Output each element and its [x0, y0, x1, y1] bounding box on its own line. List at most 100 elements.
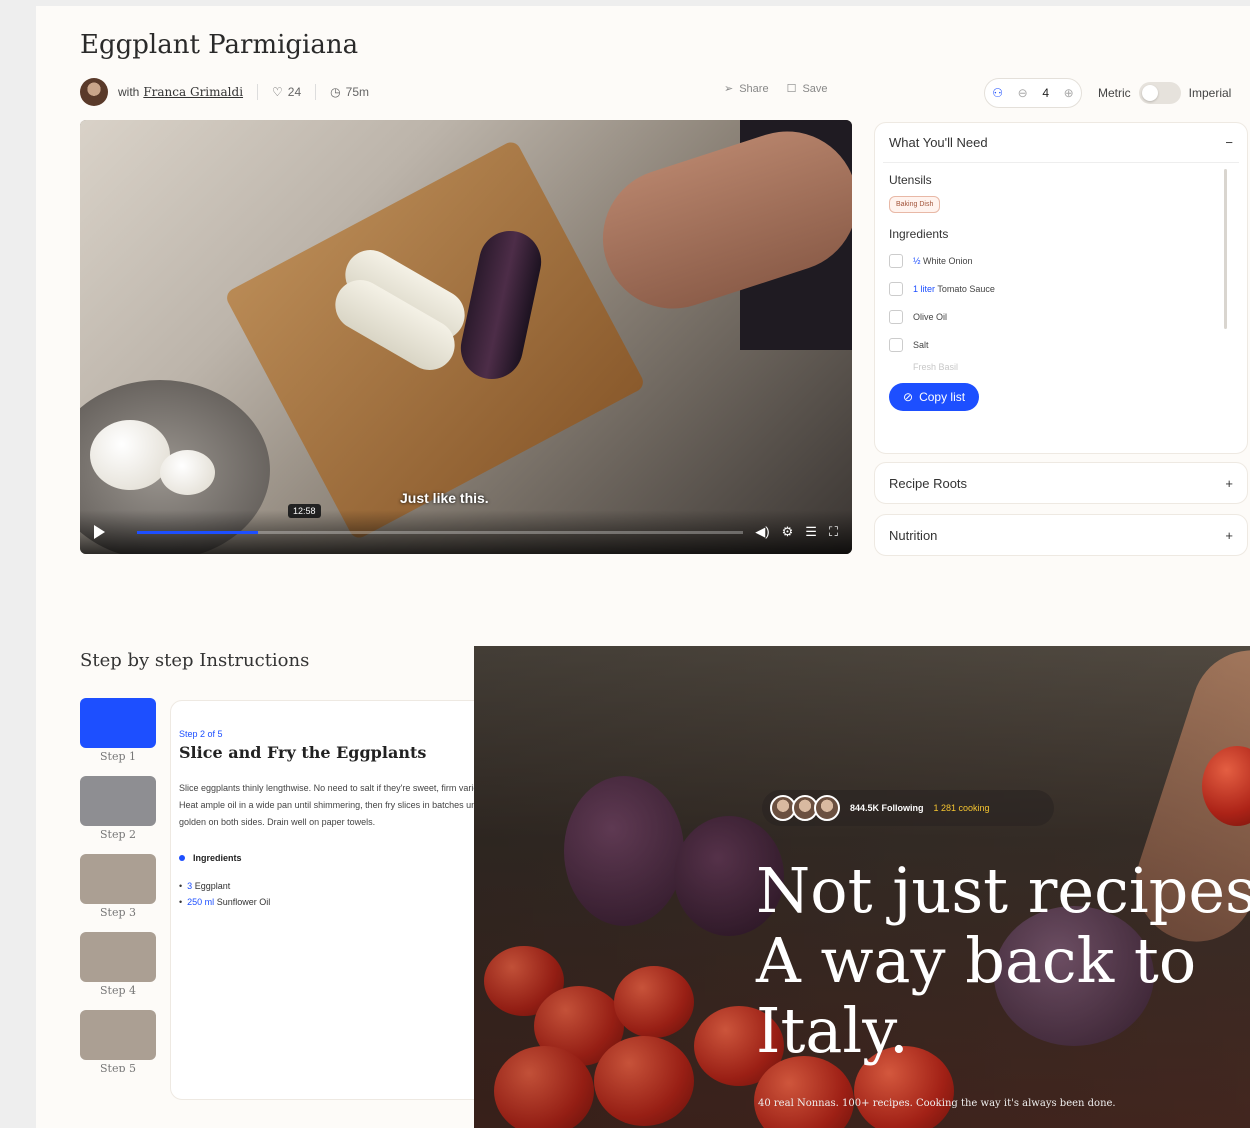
- headline-line: A way back to: [756, 924, 1197, 997]
- recipe-roots-panel[interactable]: Recipe Roots +: [874, 462, 1248, 504]
- step-thumb[interactable]: [80, 932, 156, 982]
- increase-button[interactable]: ⊕: [1064, 86, 1074, 100]
- step-thumb[interactable]: [80, 854, 156, 904]
- ingredient-checkbox[interactable]: [889, 254, 903, 268]
- ingredient-checkbox[interactable]: [889, 310, 903, 324]
- servings-stepper[interactable]: ⚇ ⊖ 4 ⊕: [984, 78, 1082, 108]
- divider: [315, 84, 317, 100]
- needs-panel: What You'll Need − Utensils Baking Dish …: [874, 122, 1248, 454]
- send-icon: ➢: [724, 83, 734, 95]
- recipe-actions: ➢ Share ☐ Save: [724, 82, 828, 96]
- community-pill[interactable]: 844.5K Following 1 281 cooking: [762, 790, 1054, 826]
- hero-tagline: 40 real Nonnas. 100+ recipes. Cooking th…: [758, 1098, 1116, 1109]
- duration-value: 75m: [345, 85, 369, 99]
- step-ingredient-qty: 250 ml: [187, 897, 215, 907]
- expand-icon[interactable]: +: [1225, 476, 1233, 491]
- recipe-title: Eggplant Parmigiana: [80, 30, 359, 60]
- utensil-chip: Baking Dish: [889, 196, 941, 213]
- author-avatar[interactable]: [80, 78, 108, 106]
- decrease-button[interactable]: ⊖: [1018, 86, 1028, 100]
- ingredient-checkbox[interactable]: [889, 282, 903, 296]
- ingredient-qty: 1 liter: [913, 284, 936, 294]
- save-label: Save: [802, 82, 828, 95]
- ingredient-item[interactable]: ½ White Onion: [889, 247, 1233, 275]
- step-thumb[interactable]: [80, 698, 156, 748]
- likes-count: 24: [287, 85, 302, 99]
- step-text: Slice eggplants thinly lengthwise. No ne…: [179, 783, 490, 827]
- likes[interactable]: ♡ 24: [272, 85, 301, 99]
- divider: [257, 84, 259, 100]
- step-ingredient: • 250 ml Sunflower Oil: [179, 897, 271, 907]
- person-icon: ⚇: [992, 86, 1004, 100]
- step-title: Slice and Fry the Eggplants: [179, 743, 427, 762]
- nutrition-header[interactable]: Nutrition +: [875, 515, 1247, 555]
- video-tools: ◀) ⚙ ☰ ⛶: [755, 524, 838, 540]
- play-icon[interactable]: [94, 525, 105, 539]
- step-thumb-label: Step 4: [99, 984, 136, 997]
- needs-header[interactable]: What You'll Need −: [883, 123, 1239, 163]
- ingredient-qty: ½: [913, 256, 921, 266]
- share-button[interactable]: ➢ Share: [724, 82, 769, 96]
- step-ingredient: • 3 Eggplant: [179, 881, 231, 891]
- video-player[interactable]: Just like this. 12:58 ◀) ⚙ ☰ ⛶: [80, 120, 852, 554]
- share-label: Share: [739, 82, 769, 95]
- nutrition-panel[interactable]: Nutrition +: [874, 514, 1248, 556]
- roots-header[interactable]: Recipe Roots +: [875, 463, 1247, 503]
- step-ingredient-qty: 3: [187, 881, 193, 891]
- ingredient-name: Tomato Sauce: [937, 284, 995, 294]
- ingredient-item[interactable]: Fresh Basil: [889, 359, 1233, 375]
- step-thumb-label: Step 1: [99, 750, 136, 763]
- headline-line: Italy.: [756, 994, 909, 1067]
- nonna-avatar: [814, 795, 840, 821]
- hero-banner: 844.5K Following 1 281 cooking Not just …: [474, 646, 1250, 1128]
- with-label: with: [118, 85, 140, 99]
- fullscreen-icon[interactable]: ⛶: [829, 524, 838, 540]
- video-controls: ◀) ⚙ ☰ ⛶: [80, 510, 852, 554]
- toggle-knob: [1141, 85, 1158, 101]
- step-ingredients-label: Ingredients: [193, 853, 242, 863]
- step-ingredient-name: Eggplant: [194, 881, 231, 891]
- ingredient-item[interactable]: 1 liter Tomato Sauce: [889, 275, 1233, 303]
- volume-icon[interactable]: ◀): [755, 524, 769, 540]
- ingredient-name: Salt: [913, 340, 929, 350]
- step-thumb[interactable]: [80, 1010, 156, 1060]
- ingredient-name: Olive Oil: [913, 312, 948, 322]
- roots-title: Recipe Roots: [889, 475, 968, 491]
- headline-line: Not just recipes.: [756, 854, 1250, 927]
- step-thumb[interactable]: [80, 776, 156, 826]
- save-button[interactable]: ☐ Save: [787, 82, 828, 96]
- link-icon: ⊘: [903, 390, 914, 404]
- hero-headline: Not just recipes. A way back to Italy.: [756, 856, 1250, 1066]
- video-progress[interactable]: [137, 530, 744, 534]
- captions-icon[interactable]: ☰: [805, 524, 817, 540]
- collapse-icon[interactable]: −: [1225, 135, 1233, 150]
- servings-count: 4: [1042, 86, 1049, 100]
- recipe-meta: with Franca Grimaldi ♡ 24 ◷ 75m: [80, 78, 369, 106]
- unit-toggle[interactable]: [1138, 82, 1181, 104]
- author-link[interactable]: Franca Grimaldi: [143, 85, 243, 99]
- settings-icon[interactable]: ⚙: [782, 524, 794, 540]
- ingredient-item[interactable]: Olive Oil: [889, 303, 1233, 331]
- video-mozzarella: [90, 420, 170, 490]
- nutrition-title: Nutrition: [889, 527, 938, 543]
- heart-icon: ♡: [272, 85, 283, 99]
- step-ingredients-header: Ingredients: [179, 853, 481, 863]
- page: Eggplant Parmigiana with Franca Grimaldi…: [36, 6, 1250, 1128]
- ingredient-checkbox[interactable]: [889, 338, 903, 352]
- ingredients-label: Ingredients: [889, 227, 949, 241]
- ingredient-name: White Onion: [923, 256, 973, 266]
- duration: ◷ 75m: [330, 85, 369, 99]
- ingredient-item[interactable]: Salt: [889, 331, 1233, 359]
- step-number: Step 2 of 5: [179, 729, 223, 739]
- following-count: 844.5K Following: [850, 803, 924, 813]
- copy-list-button[interactable]: ⊘ Copy list: [889, 383, 980, 411]
- clock-icon: ◷: [330, 85, 341, 99]
- video-mozzarella: [160, 450, 215, 495]
- expand-icon[interactable]: +: [1225, 528, 1233, 543]
- step-thumbnails: Step 1 Step 2 Step 3 Step 4 Step 5: [80, 698, 156, 1080]
- step-thumb-label: Step 5: [99, 1062, 136, 1072]
- imperial-label: Imperial: [1188, 86, 1232, 100]
- needs-scrollbar[interactable]: [1224, 169, 1227, 329]
- step-card: Step 2 of 5 Slice and Fry the Eggplants …: [170, 700, 490, 1100]
- ingredient-name: Fresh Basil: [913, 362, 959, 372]
